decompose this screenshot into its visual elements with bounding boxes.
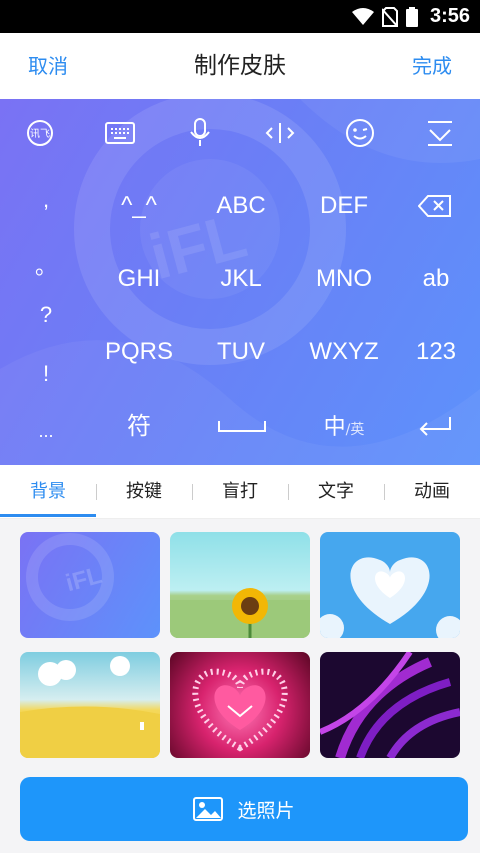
background-thumb-sunflower[interactable]: [170, 532, 310, 638]
background-thumb-pink-heart[interactable]: [170, 652, 310, 758]
punct-key[interactable]: 。: [26, 249, 66, 281]
key-pqrs[interactable]: PQRS: [84, 332, 194, 372]
status-time: 3:56: [429, 5, 470, 27]
key-ab[interactable]: ab: [381, 259, 480, 299]
status-bar: 3:56: [0, 0, 480, 33]
header: 取消 制作皮肤 完成: [0, 33, 480, 99]
key-emoticon[interactable]: ^_^: [84, 186, 194, 226]
image-icon: [193, 797, 224, 821]
pick-photo-button[interactable]: 选照片: [20, 777, 468, 841]
microphone-icon[interactable]: [180, 113, 220, 153]
emoji-icon[interactable]: [340, 113, 380, 153]
no-sim-icon: [381, 6, 398, 27]
key-symbol[interactable]: 符: [84, 406, 194, 446]
background-thumb-cloud-heart[interactable]: [320, 532, 460, 638]
pick-photo-label: 选照片: [237, 799, 295, 822]
key-def[interactable]: DEF: [289, 186, 399, 226]
tab-text[interactable]: 文字: [288, 465, 384, 519]
done-button[interactable]: 完成: [412, 33, 452, 99]
tab-animation[interactable]: 动画: [384, 465, 480, 519]
key-tuv[interactable]: TUV: [186, 332, 296, 372]
iflytek-logo-icon[interactable]: 讯飞: [20, 113, 60, 153]
enter-icon[interactable]: [415, 406, 455, 446]
page-title: 制作皮肤: [194, 53, 286, 79]
space-icon[interactable]: [215, 406, 269, 446]
lang-key-main: 中: [323, 415, 346, 440]
tab-divider: [384, 484, 385, 500]
tab-divider: [192, 484, 193, 500]
lang-switch-key[interactable]: 中/英: [289, 406, 399, 446]
background-thumb-purple-feathers[interactable]: [320, 652, 460, 758]
backspace-icon[interactable]: [415, 186, 455, 226]
background-thumb-meadow[interactable]: [20, 652, 160, 758]
punct-key[interactable]: !: [26, 361, 66, 387]
background-thumb-ifly-blue[interactable]: iFL: [20, 532, 160, 638]
keyboard-icon[interactable]: [100, 113, 140, 153]
svg-text:讯飞: 讯飞: [30, 128, 50, 140]
tab-divider: [288, 484, 289, 500]
punct-key[interactable]: ...: [26, 421, 66, 442]
keyboard-preview: iFL 讯飞 , 。 ? ! ... ^_^ ABC DEF GHI JKL M…: [0, 99, 480, 465]
punct-key[interactable]: ?: [26, 302, 66, 328]
tab-background[interactable]: 背景: [0, 465, 96, 519]
punct-key[interactable]: ,: [26, 187, 66, 213]
wifi-icon: [351, 7, 374, 25]
bottom-bar: 选照片: [0, 765, 480, 853]
cursor-move-icon[interactable]: [260, 113, 300, 153]
battery-icon: [405, 6, 418, 27]
tab-blind-typing[interactable]: 盲打: [192, 465, 288, 519]
tab-bar: 背景 按键 盲打 文字 动画: [0, 465, 480, 519]
key-abc[interactable]: ABC: [186, 186, 296, 226]
hide-keyboard-icon[interactable]: [420, 113, 460, 153]
key-123[interactable]: 123: [381, 332, 480, 372]
tab-keys[interactable]: 按键: [96, 465, 192, 519]
key-jkl[interactable]: JKL: [186, 259, 296, 299]
background-grid: iFL: [0, 519, 480, 765]
active-tab-indicator: [0, 514, 96, 517]
lang-key-sub: /英: [345, 422, 365, 438]
key-ghi[interactable]: GHI: [84, 259, 194, 299]
tab-divider: [96, 484, 97, 500]
